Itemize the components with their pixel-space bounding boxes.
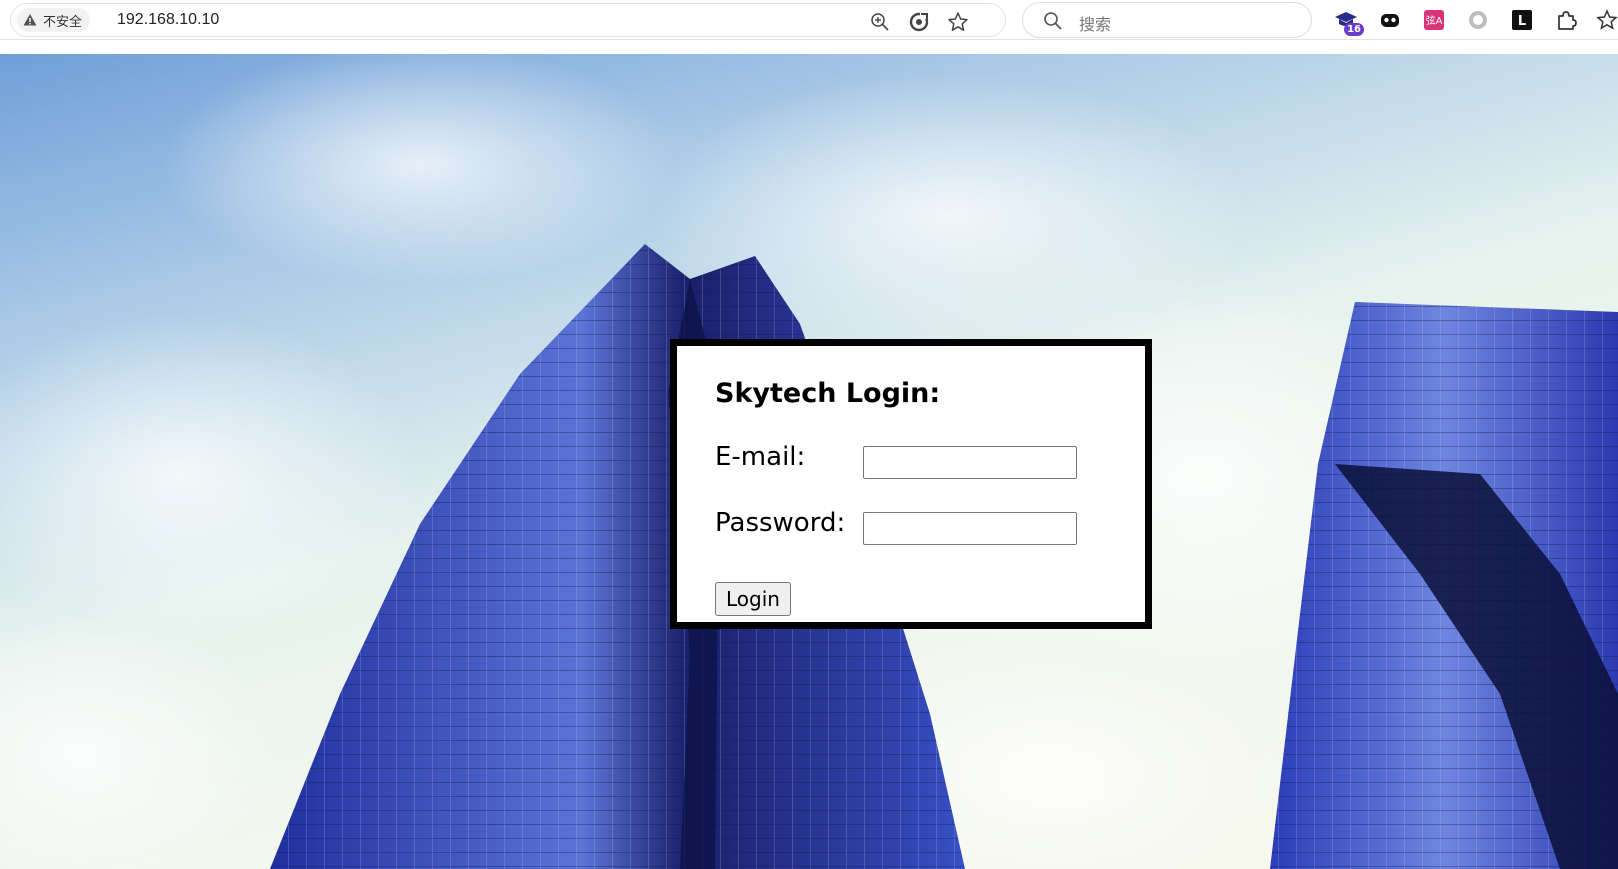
browser-toolbar: 不安全 192.168.10.10 搜索 16 弦A L (0, 0, 1618, 40)
game-controller-icon[interactable] (1376, 6, 1404, 34)
search-placeholder: 搜索 (1079, 15, 1112, 34)
favorites-icon[interactable] (1596, 6, 1618, 34)
refresh-app-icon[interactable] (908, 11, 930, 33)
email-input[interactable] (863, 446, 1077, 479)
search-box[interactable]: 搜索 (1022, 2, 1312, 38)
login-title: Skytech Login: (715, 378, 941, 409)
star-bookmark-icon[interactable] (947, 11, 969, 33)
l-letter-text: L (1518, 14, 1526, 29)
security-label: 不安全 (43, 13, 83, 29)
security-indicator[interactable]: 不安全 (17, 8, 91, 32)
password-label: Password: (715, 508, 846, 538)
page-background: Skytech Login: E-mail: Password: Login (0, 54, 1618, 869)
translate-icon[interactable]: 弦A (1420, 6, 1448, 34)
warning-icon (23, 13, 37, 27)
login-panel: Skytech Login: E-mail: Password: Login (670, 339, 1152, 629)
address-bar[interactable]: 不安全 192.168.10.10 (10, 3, 1006, 37)
url-text[interactable]: 192.168.10.10 (117, 11, 219, 29)
circle-icon[interactable] (1464, 6, 1492, 34)
extension-badge: 16 (1344, 23, 1364, 36)
login-button[interactable]: Login (715, 582, 791, 616)
puzzle-icon[interactable] (1552, 6, 1580, 34)
l-letter-icon[interactable]: L (1508, 6, 1536, 34)
graduation-cap-icon[interactable]: 16 (1332, 6, 1364, 36)
toolbar-spacer (0, 40, 1618, 54)
password-input[interactable] (863, 512, 1077, 545)
search-icon (1043, 11, 1063, 31)
zoom-icon[interactable] (869, 11, 891, 33)
translate-text: 弦A (1426, 14, 1443, 27)
email-label: E-mail: (715, 442, 806, 472)
